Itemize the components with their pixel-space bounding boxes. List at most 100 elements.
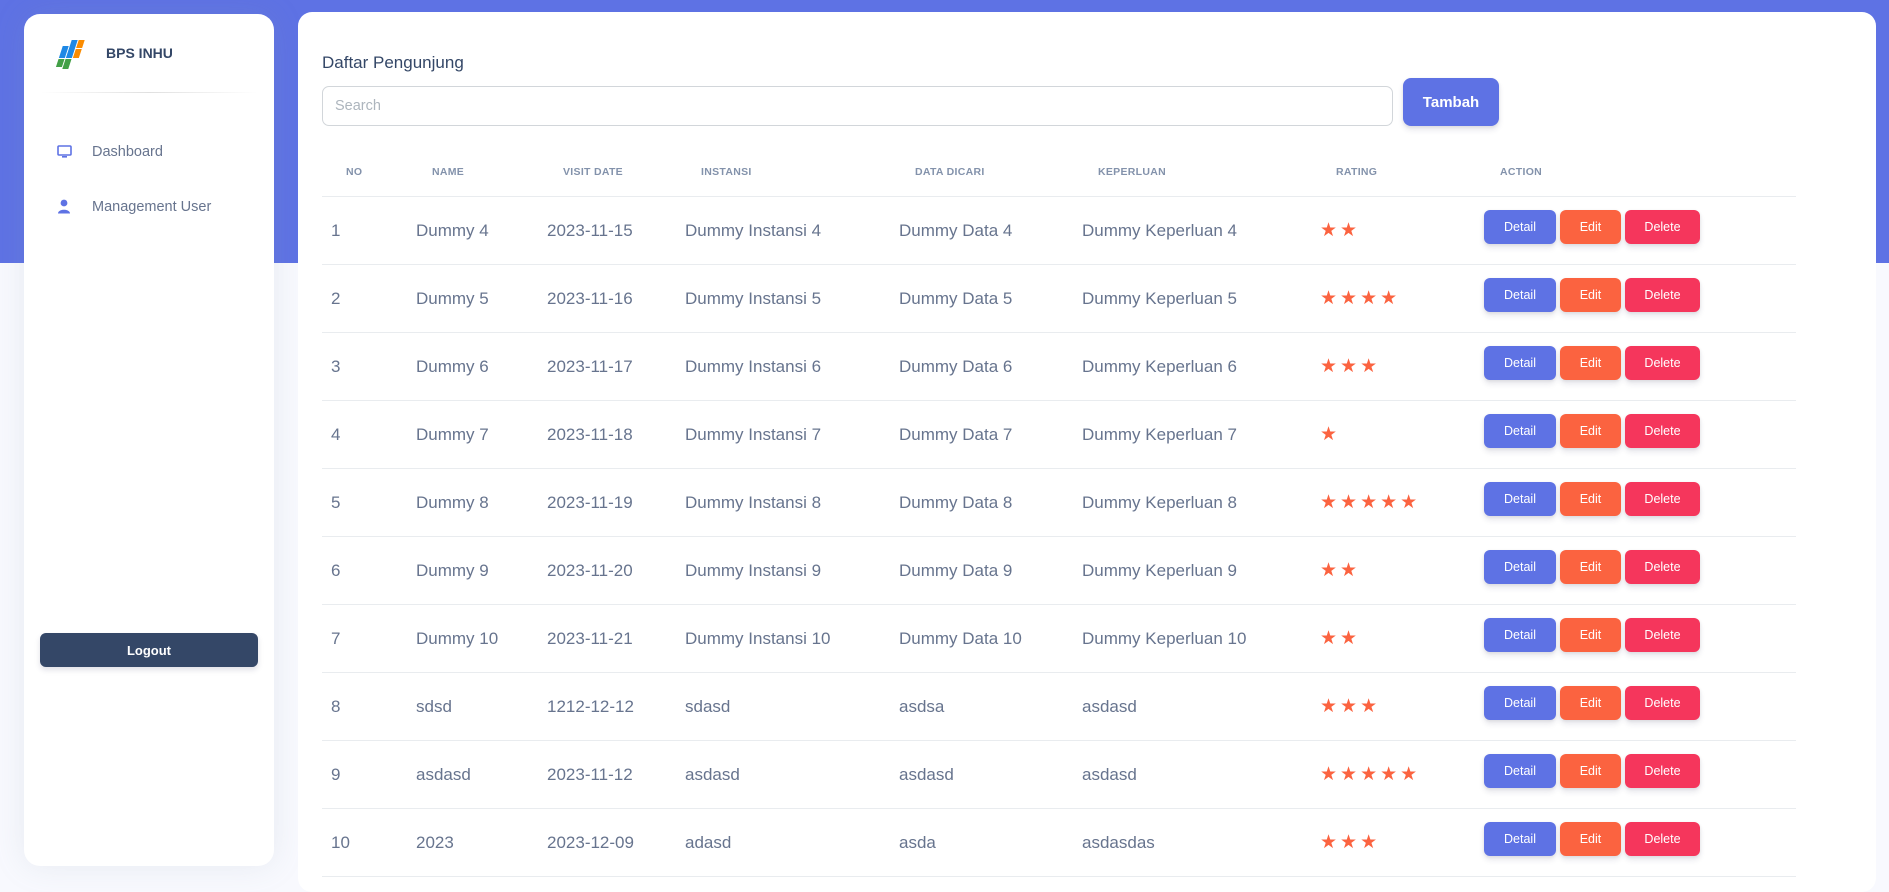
cell-rating: ★★: [1320, 196, 1484, 265]
edit-button[interactable]: Edit: [1560, 413, 1621, 448]
cell-instansi: Dummy Instansi 6: [685, 332, 899, 401]
detail-button[interactable]: Detail: [1484, 345, 1556, 380]
delete-button[interactable]: Delete: [1625, 617, 1700, 652]
edit-button[interactable]: Edit: [1560, 685, 1621, 720]
cell-no: 9: [322, 740, 416, 809]
brand-name: BPS INHU: [106, 45, 173, 61]
cell-instansi: Dummy Instansi 10: [685, 604, 899, 673]
cell-no: 2: [322, 264, 416, 333]
delete-button[interactable]: Delete: [1625, 549, 1700, 584]
edit-button[interactable]: Edit: [1560, 753, 1621, 788]
edit-button[interactable]: Edit: [1560, 549, 1621, 584]
main-card: Daftar Pengunjung Tambah NO NAME VISIT D…: [298, 12, 1876, 892]
delete-button[interactable]: Delete: [1625, 209, 1700, 244]
star-rating-icon: ★★★: [1320, 832, 1381, 853]
cell-instansi: Dummy Instansi 5: [685, 264, 899, 333]
cell-no: 6: [322, 536, 416, 605]
delete-button[interactable]: Delete: [1625, 821, 1700, 856]
cell-visit-date: 2023-11-18: [547, 400, 685, 469]
table-row: 1 Dummy 4 2023-11-15 Dummy Instansi 4 Dummy …: [322, 196, 1796, 265]
cell-visit-date: 2023-11-20: [547, 536, 685, 605]
edit-button[interactable]: Edit: [1560, 209, 1621, 244]
table-row: 6 Dummy 9 2023-11-20 Dummy Instansi 9 Dummy …: [322, 536, 1796, 605]
cell-data-dicari: Dummy Data 7: [899, 400, 1082, 469]
cell-rating: ★★: [1320, 604, 1484, 673]
detail-button[interactable]: Detail: [1484, 617, 1556, 652]
cell-visit-date: 2023-11-12: [547, 740, 685, 809]
cell-actions: Detail Edit Delete: [1484, 468, 1796, 537]
cell-actions: Detail Edit Delete: [1484, 536, 1796, 605]
row-actions: Detail Edit Delete: [1484, 821, 1796, 856]
column-header-no: NO: [322, 148, 416, 197]
table-row: 8 sdsd 1212-12-12 sdasd asdsa asdasd ★★★ Detail…: [322, 672, 1796, 741]
table-row: 2 Dummy 5 2023-11-16 Dummy Instansi 5 Dummy …: [322, 264, 1796, 333]
cell-rating: ★★★: [1320, 332, 1484, 401]
cell-actions: Detail Edit Delete: [1484, 196, 1796, 265]
cell-visit-date: 2023-11-21: [547, 604, 685, 673]
cell-instansi: Dummy Instansi 9: [685, 536, 899, 605]
table-row: 5 Dummy 8 2023-11-19 Dummy Instansi 8 Dummy …: [322, 468, 1796, 537]
detail-button[interactable]: Detail: [1484, 685, 1556, 720]
detail-button[interactable]: Detail: [1484, 821, 1556, 856]
star-rating-icon: ★★★★★: [1320, 492, 1421, 513]
cell-keperluan: Dummy Keperluan 4: [1082, 196, 1320, 265]
star-rating-icon: ★★★★: [1320, 288, 1401, 309]
row-actions: Detail Edit Delete: [1484, 481, 1796, 516]
row-actions: Detail Edit Delete: [1484, 209, 1796, 244]
add-button[interactable]: Tambah: [1403, 78, 1499, 126]
sidebar-divider: [40, 92, 258, 93]
cell-name: Dummy 10: [416, 604, 547, 673]
search-input[interactable]: [322, 86, 1393, 126]
cell-instansi: Dummy Instansi 7: [685, 400, 899, 469]
delete-button[interactable]: Delete: [1625, 345, 1700, 380]
cell-actions: Detail Edit Delete: [1484, 672, 1796, 741]
cell-rating: ★★★★: [1320, 264, 1484, 333]
sidebar-item-dashboard[interactable]: Dashboard: [24, 124, 274, 179]
table-row: 9 asdasd 2023-11-12 asdasd asdasd asdasd ★★★★★…: [322, 740, 1796, 809]
cell-rating: ★★★: [1320, 808, 1484, 877]
edit-button[interactable]: Edit: [1560, 821, 1621, 856]
cell-no: 5: [322, 468, 416, 537]
cell-name: sdsd: [416, 672, 547, 741]
delete-button[interactable]: Delete: [1625, 753, 1700, 788]
edit-button[interactable]: Edit: [1560, 345, 1621, 380]
cell-keperluan: Dummy Keperluan 6: [1082, 332, 1320, 401]
column-header-keperluan: KEPERLUAN: [1082, 148, 1320, 197]
sidebar-item-management-user[interactable]: Management User: [24, 179, 274, 234]
detail-button[interactable]: Detail: [1484, 481, 1556, 516]
star-rating-icon: ★: [1320, 424, 1341, 445]
detail-button[interactable]: Detail: [1484, 753, 1556, 788]
star-rating-icon: ★★★: [1320, 696, 1381, 717]
table-row: 3 Dummy 6 2023-11-17 Dummy Instansi 6 Dummy …: [322, 332, 1796, 401]
cell-name: 2023: [416, 808, 547, 877]
cell-keperluan: asdasd: [1082, 672, 1320, 741]
logout-button[interactable]: Logout: [40, 633, 258, 667]
delete-button[interactable]: Delete: [1625, 685, 1700, 720]
cell-actions: Detail Edit Delete: [1484, 604, 1796, 673]
detail-button[interactable]: Detail: [1484, 413, 1556, 448]
detail-button[interactable]: Detail: [1484, 209, 1556, 244]
delete-button[interactable]: Delete: [1625, 277, 1700, 312]
cell-no: 8: [322, 672, 416, 741]
delete-button[interactable]: Delete: [1625, 413, 1700, 448]
detail-button[interactable]: Detail: [1484, 277, 1556, 312]
cell-no: 7: [322, 604, 416, 673]
cell-visit-date: 2023-11-17: [547, 332, 685, 401]
edit-button[interactable]: Edit: [1560, 277, 1621, 312]
visitor-table: NO NAME VISIT DATE INSTANSI DATA DICARI …: [322, 148, 1796, 877]
cell-keperluan: Dummy Keperluan 10: [1082, 604, 1320, 673]
brand[interactable]: BPS INHU: [54, 36, 173, 70]
edit-button[interactable]: Edit: [1560, 481, 1621, 516]
table-header: NO NAME VISIT DATE INSTANSI DATA DICARI …: [322, 148, 1796, 197]
cell-name: asdasd: [416, 740, 547, 809]
cell-instansi: sdasd: [685, 672, 899, 741]
cell-name: Dummy 6: [416, 332, 547, 401]
cell-data-dicari: asda: [899, 808, 1082, 877]
edit-button[interactable]: Edit: [1560, 617, 1621, 652]
cell-data-dicari: Dummy Data 8: [899, 468, 1082, 537]
row-actions: Detail Edit Delete: [1484, 413, 1796, 448]
delete-button[interactable]: Delete: [1625, 481, 1700, 516]
column-header-name: NAME: [416, 148, 547, 197]
detail-button[interactable]: Detail: [1484, 549, 1556, 584]
cell-keperluan: Dummy Keperluan 7: [1082, 400, 1320, 469]
